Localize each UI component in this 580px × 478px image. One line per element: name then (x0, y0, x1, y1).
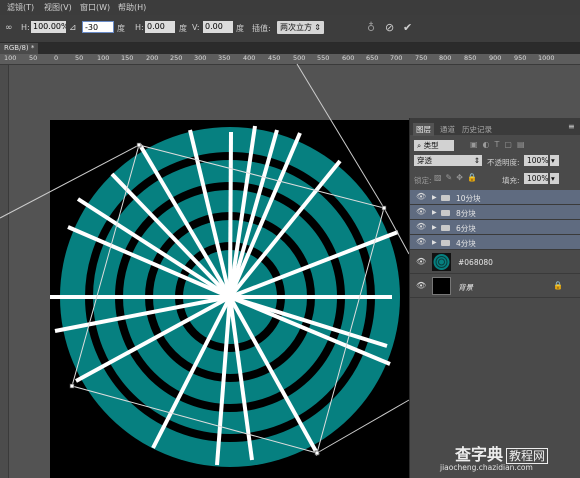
tab-layers[interactable]: 图层 (413, 123, 434, 136)
fill-field[interactable]: 100% (524, 173, 548, 184)
lock-label: 锁定: (414, 176, 432, 185)
expand-arrow-icon[interactable]: ▶ (432, 239, 437, 246)
folder-icon (441, 195, 450, 201)
opacity-field[interactable]: 100% (524, 155, 548, 166)
tab-channels[interactable]: 通道 (440, 124, 455, 135)
tab-history[interactable]: 历史记录 (462, 124, 492, 135)
transform-handle[interactable] (381, 205, 387, 211)
transform-handle[interactable] (314, 450, 320, 456)
layer-name: 6分块 (456, 224, 476, 233)
layer-name: 8分块 (456, 209, 476, 218)
dropdown-icon: ⇕ (473, 156, 480, 165)
watermark-url: jiaocheng.chazidian.com (440, 463, 533, 472)
layer-row[interactable]: 👁 ▶ 8分块 (410, 205, 580, 220)
visibility-eye-icon[interactable]: 👁 (416, 281, 426, 290)
watermark-logo: 查字典 教程网 (455, 441, 549, 465)
expand-arrow-icon[interactable]: ▶ (432, 224, 437, 231)
visibility-eye-icon[interactable]: 👁 (416, 257, 426, 266)
search-icon: ⌕ (417, 141, 422, 150)
layer-name: 背景 (458, 283, 473, 292)
lock-icon: 🔒 (553, 281, 563, 290)
visibility-eye-icon[interactable]: 👁 (416, 207, 426, 216)
filter-icons[interactable]: ▣◐T▢▤ (470, 140, 575, 151)
visibility-eye-icon[interactable]: 👁 (416, 237, 426, 246)
opacity-label: 不透明度: (487, 158, 520, 167)
opacity-dropdown-icon[interactable]: ▾ (550, 155, 559, 166)
visibility-eye-icon[interactable]: 👁 (416, 222, 426, 231)
transform-handle[interactable] (136, 142, 142, 148)
blend-mode-value: 穿透 (417, 156, 432, 165)
lock-icons[interactable]: ▨✎✥🔒 (434, 173, 481, 182)
expand-arrow-icon[interactable]: ▶ (432, 194, 437, 201)
fill-label: 填充: (502, 176, 520, 185)
layer-row[interactable]: 👁 ▶ 10分块 (410, 190, 580, 205)
expand-arrow-icon[interactable]: ▶ (432, 209, 437, 216)
folder-icon (441, 210, 450, 216)
watermark-tagline: 教程网 (506, 448, 549, 464)
panel-tab-strip (410, 118, 580, 135)
folder-icon (441, 240, 450, 246)
spoke-line (228, 131, 233, 298)
layer-row[interactable]: 👁 ▶ 6分块 (410, 220, 580, 235)
layer-filter-select[interactable]: ⌕ 类型 (414, 140, 454, 151)
folder-icon (441, 225, 450, 231)
blend-mode-select[interactable]: 穿透 ⇕ (414, 155, 482, 166)
layer-name: 10分块 (456, 194, 481, 203)
layers-panel: 图层 通道 历史记录 ≡ ⌕ 类型 ▣◐T▢▤ 穿透 ⇕ 不透明度: 100% ▾… (409, 118, 580, 478)
layer-thumbnail (432, 277, 451, 295)
layer-name: 4分块 (456, 239, 476, 248)
photoshop-window: { "menu": { "items": ["滤镜(T)", "视图(V)", … (0, 0, 580, 478)
filter-type-label: 类型 (423, 141, 439, 150)
visibility-eye-icon[interactable]: 👁 (416, 192, 426, 201)
panel-menu-icon[interactable]: ≡ (568, 122, 575, 131)
layer-row[interactable]: 👁 #068080 (410, 250, 580, 274)
watermark-brand: 查字典 (455, 445, 504, 464)
transform-handle[interactable] (69, 383, 75, 389)
fill-dropdown-icon[interactable]: ▾ (550, 173, 559, 184)
layer-row[interactable]: 👁 ▶ 4分块 (410, 235, 580, 250)
layer-thumbnail (432, 253, 451, 271)
layer-row[interactable]: 👁 背景 🔒 (410, 274, 580, 298)
layer-name: #068080 (458, 258, 493, 267)
